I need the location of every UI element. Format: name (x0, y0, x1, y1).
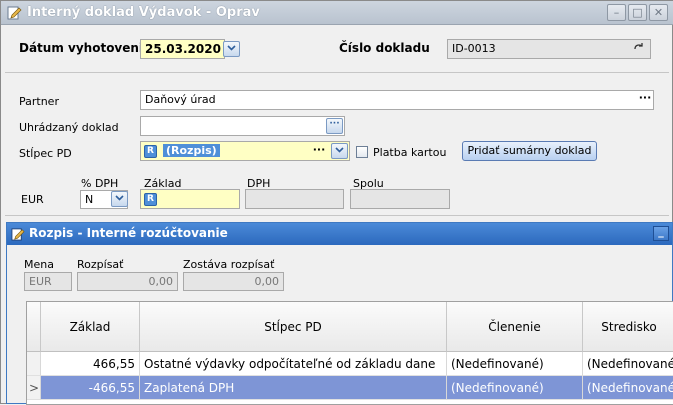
cell-center[interactable]: (Nedefinované) (583, 352, 673, 376)
paid-doc-label: Uhrádzaný doklad (19, 121, 119, 134)
column-label: Stĺpec PD (19, 147, 72, 160)
column-header-center[interactable]: Stredisko (583, 302, 673, 352)
chevron-down-icon (115, 195, 124, 201)
remaining-input: 0,00 (183, 272, 284, 291)
currency-label: EUR (21, 193, 44, 206)
date-input[interactable]: 25.03.2020 (140, 39, 225, 59)
date-label: Dátum vyhotovenia (19, 41, 152, 55)
form-divider (5, 215, 669, 216)
r-badge-icon: R (144, 145, 157, 158)
to-split-label: Rozpísať (77, 258, 124, 271)
vat-pct-label: % DPH (81, 177, 119, 190)
window-title: Interný doklad Výdavok - Oprav (27, 5, 260, 20)
cell-column-pd[interactable]: Ostatné výdavky odpočítateľné od základu… (140, 352, 447, 376)
paid-doc-input[interactable] (140, 116, 345, 136)
breakdown-title-bar: Rozpis - Interné rozúčtovanie _ (7, 223, 672, 245)
add-summary-doc-button[interactable]: Pridať sumárny doklad (462, 141, 597, 161)
paid-doc-lookup-button[interactable]: ··· (326, 118, 343, 134)
card-payment-label: Platba kartou (373, 146, 447, 159)
date-dropdown-button[interactable] (223, 41, 240, 57)
edit-document-icon (11, 228, 25, 241)
vat-pct-dropdown-button[interactable] (111, 191, 128, 207)
partner-lookup-icon[interactable]: ··· (637, 90, 653, 108)
remaining-label: Zostáva rozpísať (183, 258, 275, 271)
column-lookup-icon[interactable]: ··· (311, 143, 327, 159)
minimize-button[interactable]: – (607, 4, 626, 21)
column-header-category[interactable]: Členenie (447, 302, 583, 352)
cell-center[interactable]: (Nedefinované) (583, 376, 673, 400)
maximize-button[interactable]: □ (628, 4, 647, 21)
total-input (350, 189, 450, 209)
base-r-badge-icon: R (144, 193, 157, 206)
column-dropdown-button[interactable] (331, 143, 348, 159)
card-payment-checkbox[interactable] (356, 146, 368, 158)
doc-number-label: Číslo dokladu (339, 41, 430, 55)
cell-category[interactable]: (Nedefinované) (447, 352, 583, 376)
table-row[interactable]: 466,55 Ostatné výdavky odpočítateľné od … (27, 352, 673, 376)
cell-base[interactable]: 466,55 (41, 352, 140, 376)
chevron-down-icon (335, 147, 344, 153)
chevron-down-icon (227, 45, 236, 51)
refresh-icon[interactable] (633, 41, 647, 57)
partner-label: Partner (19, 95, 59, 108)
mena-label: Mena (24, 258, 54, 271)
cell-category[interactable]: (Nedefinované) (447, 376, 583, 400)
doc-number-input[interactable]: ID-0013 (447, 39, 651, 59)
breakdown-grid: Základ Stĺpec PD Členenie Stredisko 466,… (26, 301, 673, 405)
cell-base[interactable]: -466,55 (41, 376, 140, 400)
cell-column-pd[interactable]: Zaplatená DPH (140, 376, 447, 400)
current-row-indicator: > (27, 376, 41, 400)
row-indicator-header (27, 302, 41, 352)
close-button[interactable]: ✕ (649, 4, 668, 21)
to-split-input: 0,00 (77, 272, 178, 291)
table-row-selected[interactable]: > -466,55 Zaplatená DPH (Nedefinované) (… (27, 376, 673, 400)
title-bar: Interný doklad Výdavok - Oprav – □ ✕ (1, 1, 673, 25)
mena-input: EUR (24, 272, 72, 291)
header-divider (5, 72, 669, 73)
breakdown-window: Rozpis - Interné rozúčtovanie _ Mena Roz… (6, 222, 673, 405)
breakdown-title: Rozpis - Interné rozúčtovanie (29, 226, 228, 240)
breakdown-minimize-button[interactable]: _ (653, 226, 669, 241)
partner-input[interactable]: Daňový úrad (140, 90, 654, 110)
row-indicator (27, 352, 41, 376)
column-header-column-pd[interactable]: Stĺpec PD (140, 302, 447, 352)
column-value: (Rozpis) (163, 144, 220, 157)
vat-input (245, 189, 344, 209)
edit-document-icon (7, 6, 22, 20)
column-header-base[interactable]: Základ (41, 302, 140, 352)
